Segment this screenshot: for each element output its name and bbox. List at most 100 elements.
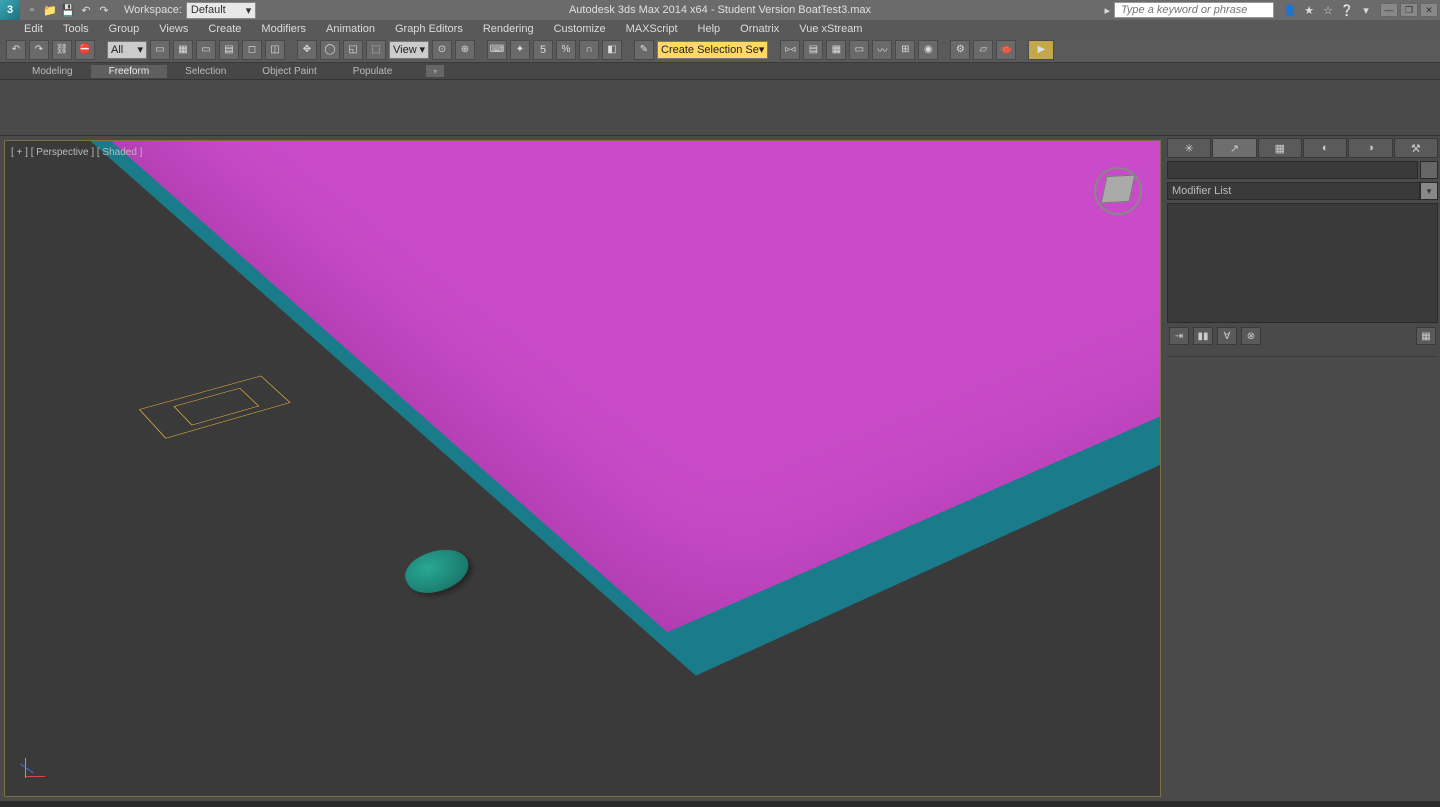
render-production-button[interactable]: 🫖 <box>996 40 1016 60</box>
object-name-input[interactable] <box>1167 161 1418 179</box>
modifier-stack[interactable] <box>1167 203 1438 323</box>
chevron-down-icon: ▾ <box>419 43 425 56</box>
render-setup-button[interactable]: ⚙ <box>950 40 970 60</box>
viewport-label[interactable]: [ + ] [ Perspective ] [ Shaded ] <box>11 147 142 158</box>
render-button[interactable]: ▶ <box>1028 40 1054 60</box>
motion-tab[interactable]: ◐ <box>1303 138 1347 158</box>
create-tab[interactable]: ✳ <box>1167 138 1211 158</box>
manipulate-button[interactable]: ⊕ <box>455 40 475 60</box>
move-button[interactable]: ✥ <box>297 40 317 60</box>
menu-edit[interactable]: Edit <box>14 22 53 36</box>
spinner-snap-button[interactable]: ∩ <box>579 40 599 60</box>
material-editor-button[interactable]: ◉ <box>918 40 938 60</box>
use-pivot-button[interactable]: ⊙ <box>432 40 452 60</box>
open-file-icon[interactable]: 📁 <box>42 2 58 18</box>
menu-ornatrix[interactable]: Ornatrix <box>730 22 789 36</box>
align-button[interactable]: ▤ <box>803 40 823 60</box>
select-rect-button[interactable]: ◻ <box>242 40 262 60</box>
percent-snap-button[interactable]: % <box>556 40 576 60</box>
select-crossing-button[interactable]: ▦ <box>173 40 193 60</box>
select-window-button[interactable]: ▭ <box>150 40 170 60</box>
modify-tab[interactable]: ↗ <box>1212 138 1256 158</box>
save-file-icon[interactable]: 💾 <box>60 2 76 18</box>
utilities-tab[interactable]: ⚒ <box>1394 138 1438 158</box>
edit-named-selection-button[interactable]: ✎ <box>634 40 654 60</box>
ribbon-tab-bar: Modeling Freeform Selection Object Paint… <box>0 63 1440 80</box>
unlink-button[interactable]: ⛔ <box>75 40 95 60</box>
new-file-icon[interactable]: ▫ <box>24 2 40 18</box>
menu-modifiers[interactable]: Modifiers <box>251 22 316 36</box>
keyboard-shortcut-button[interactable]: ⌨ <box>487 40 507 60</box>
display-tab[interactable]: ◑ <box>1348 138 1392 158</box>
minimize-button[interactable]: — <box>1380 3 1398 17</box>
camera-gizmo-inner <box>173 388 259 426</box>
coord-system-dropdown[interactable]: View▾ <box>389 41 429 59</box>
undo-icon[interactable]: ↶ <box>78 2 94 18</box>
modifier-list-dropdown[interactable]: ▾ <box>1420 182 1438 200</box>
tab-selection[interactable]: Selection <box>167 65 244 78</box>
menu-vue-xstream[interactable]: Vue xStream <box>789 22 872 36</box>
object-color-swatch[interactable] <box>1420 161 1438 179</box>
remove-modifier-button[interactable]: ⊗ <box>1241 327 1261 345</box>
scale-button[interactable]: ◱ <box>343 40 363 60</box>
camera-gizmo <box>139 376 291 439</box>
placement-button[interactable]: ⬚ <box>366 40 386 60</box>
menu-tools[interactable]: Tools <box>53 22 99 36</box>
help-icon[interactable]: ❔ <box>1339 2 1355 18</box>
window-title: Autodesk 3ds Max 2014 x64 - Student Vers… <box>569 4 871 16</box>
main-toolbar: ↶ ↷ ⛓ ⛔ All▾ ▭ ▦ ▭ ▤ ◻ ◫ ✥ ◯ ◱ ⬚ View▾ ⊙… <box>0 37 1440 63</box>
viewcube[interactable] <box>1094 167 1142 215</box>
select-by-name-button[interactable]: ▤ <box>219 40 239 60</box>
tab-modeling[interactable]: Modeling <box>14 65 91 78</box>
ribbon-expand-button[interactable]: ▾ <box>426 65 444 77</box>
menu-views[interactable]: Views <box>149 22 198 36</box>
layers-button[interactable]: ▦ <box>826 40 846 60</box>
app-icon: 3 <box>0 0 20 20</box>
search-caret-icon[interactable]: ▸ <box>1104 4 1110 17</box>
menu-rendering[interactable]: Rendering <box>473 22 544 36</box>
undo-button[interactable]: ↶ <box>6 40 26 60</box>
show-end-result-button[interactable]: ▮▮ <box>1193 327 1213 345</box>
snap-toggle-button[interactable]: ✦ <box>510 40 530 60</box>
mirror-button[interactable]: ▹◃ <box>780 40 800 60</box>
select-object-button[interactable]: ▭ <box>196 40 216 60</box>
chevron-down-icon: ▾ <box>137 43 143 56</box>
redo-button[interactable]: ↷ <box>29 40 49 60</box>
toggle-ribbon-button[interactable]: ▭ <box>849 40 869 60</box>
make-unique-button[interactable]: ∀ <box>1217 327 1237 345</box>
tab-freeform[interactable]: Freeform <box>91 65 168 78</box>
axis-z-icon <box>20 764 34 774</box>
favorite-icon[interactable]: ☆ <box>1320 2 1336 18</box>
configure-sets-button[interactable]: ▦ <box>1416 327 1436 345</box>
menu-help[interactable]: Help <box>688 22 731 36</box>
schematic-view-button[interactable]: ⊞ <box>895 40 915 60</box>
menu-group[interactable]: Group <box>99 22 150 36</box>
pin-stack-button[interactable]: ⇥ <box>1169 327 1189 345</box>
menu-graph-editors[interactable]: Graph Editors <box>385 22 473 36</box>
axis-constraints-button[interactable]: ◧ <box>602 40 622 60</box>
workspace-dropdown[interactable]: Default ▾ <box>186 2 256 19</box>
viewport[interactable]: [ + ] [ Perspective ] [ Shaded ] <box>4 140 1161 797</box>
signin-icon[interactable]: 👤 <box>1282 2 1298 18</box>
named-selection-dropdown[interactable]: Create Selection Se▾ <box>657 41 768 59</box>
rendered-frame-button[interactable]: ▱ <box>973 40 993 60</box>
close-button[interactable]: ✕ <box>1420 3 1438 17</box>
angle-snap-button[interactable]: 5 <box>533 40 553 60</box>
menu-animation[interactable]: Animation <box>316 22 385 36</box>
tool-icon[interactable]: ★ <box>1301 2 1317 18</box>
chevron-down-icon[interactable]: ▾ <box>1358 2 1374 18</box>
link-button[interactable]: ⛓ <box>52 40 72 60</box>
redo-icon[interactable]: ↷ <box>96 2 112 18</box>
paint-select-button[interactable]: ◫ <box>265 40 285 60</box>
menu-maxscript[interactable]: MAXScript <box>616 22 688 36</box>
search-input[interactable] <box>1114 2 1274 18</box>
curve-editor-button[interactable]: 〰 <box>872 40 892 60</box>
menu-customize[interactable]: Customize <box>544 22 616 36</box>
menu-create[interactable]: Create <box>198 22 251 36</box>
tab-object-paint[interactable]: Object Paint <box>244 65 334 78</box>
rotate-button[interactable]: ◯ <box>320 40 340 60</box>
restore-button[interactable]: ❐ <box>1400 3 1418 17</box>
tab-populate[interactable]: Populate <box>335 65 410 78</box>
selection-filter-dropdown[interactable]: All▾ <box>107 41 147 59</box>
hierarchy-tab[interactable]: ▦ <box>1258 138 1302 158</box>
